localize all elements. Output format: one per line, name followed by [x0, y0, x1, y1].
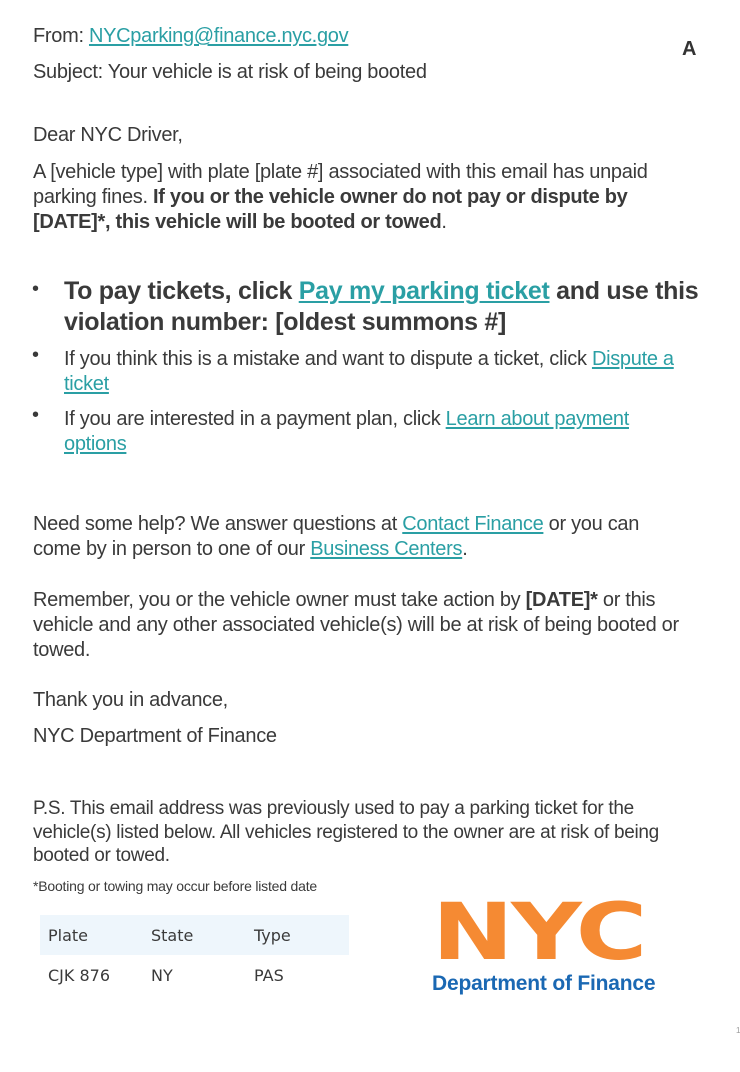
remember-paragraph: Remember, you or the vehicle owner must …	[33, 588, 693, 663]
help-end: .	[462, 538, 468, 560]
intro-paragraph: A [vehicle type] with plate [plate #] as…	[33, 160, 653, 235]
cell-state: NY	[151, 965, 173, 985]
subject-label: Subject:	[33, 61, 103, 83]
list-item-pay: • To pay tickets, click Pay my parking t…	[0, 276, 740, 344]
header-plate: Plate	[40, 915, 143, 955]
from-line: From: NYCparking@finance.nyc.gov	[33, 24, 349, 49]
bullet-icon: •	[32, 278, 40, 300]
contact-finance-link[interactable]: Contact Finance	[402, 513, 543, 535]
help-paragraph: Need some help? We answer questions at C…	[33, 512, 663, 562]
logo-wordmark: NYC	[432, 888, 647, 978]
header-state: State	[143, 915, 246, 955]
page-number: 1	[736, 1026, 740, 1035]
cell-plate: CJK 876	[48, 965, 111, 985]
action-list: • To pay tickets, click Pay my parking t…	[0, 276, 740, 464]
business-centers-link[interactable]: Business Centers	[310, 538, 462, 560]
bullet-icon: •	[32, 344, 40, 366]
bullet-icon: •	[32, 404, 40, 426]
list-item-payment-plan: • If you are interested in a payment pla…	[0, 404, 740, 464]
vehicle-table: Plate State Type CJK 876 NY PAS	[40, 915, 349, 995]
greeting: Dear NYC Driver,	[33, 124, 183, 146]
closing: Thank you in advance,	[33, 689, 228, 711]
ps-paragraph: P.S. This email address was previously u…	[33, 798, 659, 866]
pay-text: To pay tickets, click	[64, 277, 299, 305]
subject-line: Subject: Your vehicle is at risk of bein…	[33, 60, 427, 85]
intro-end: .	[441, 211, 447, 233]
signature: NYC Department of Finance	[33, 725, 277, 747]
footnote: *Booting or towing may occur before list…	[33, 878, 317, 894]
list-item-dispute: • If you think this is a mistake and wan…	[0, 344, 740, 404]
header-type: Type	[246, 915, 349, 955]
version-badge: A	[682, 38, 697, 60]
cell-type: PAS	[254, 965, 284, 985]
subject-text: Your vehicle is at risk of being booted	[107, 61, 427, 83]
remember-text: Remember, you or the vehicle owner must …	[33, 589, 526, 611]
from-email-link[interactable]: NYCparking@finance.nyc.gov	[89, 25, 349, 47]
help-text: Need some help? We answer questions at	[33, 513, 403, 535]
from-label: From:	[33, 25, 84, 47]
table-row: CJK 876 NY PAS	[40, 955, 349, 995]
table-header-row: Plate State Type	[40, 915, 349, 955]
pay-ticket-link[interactable]: Pay my parking ticket	[299, 277, 550, 305]
payment-plan-text: If you are interested in a payment plan,…	[64, 408, 446, 430]
nyc-dof-logo: NYC Department of Finance	[432, 894, 697, 996]
remember-date: [DATE]*	[525, 589, 598, 611]
dispute-text: If you think this is a mistake and want …	[64, 348, 592, 370]
